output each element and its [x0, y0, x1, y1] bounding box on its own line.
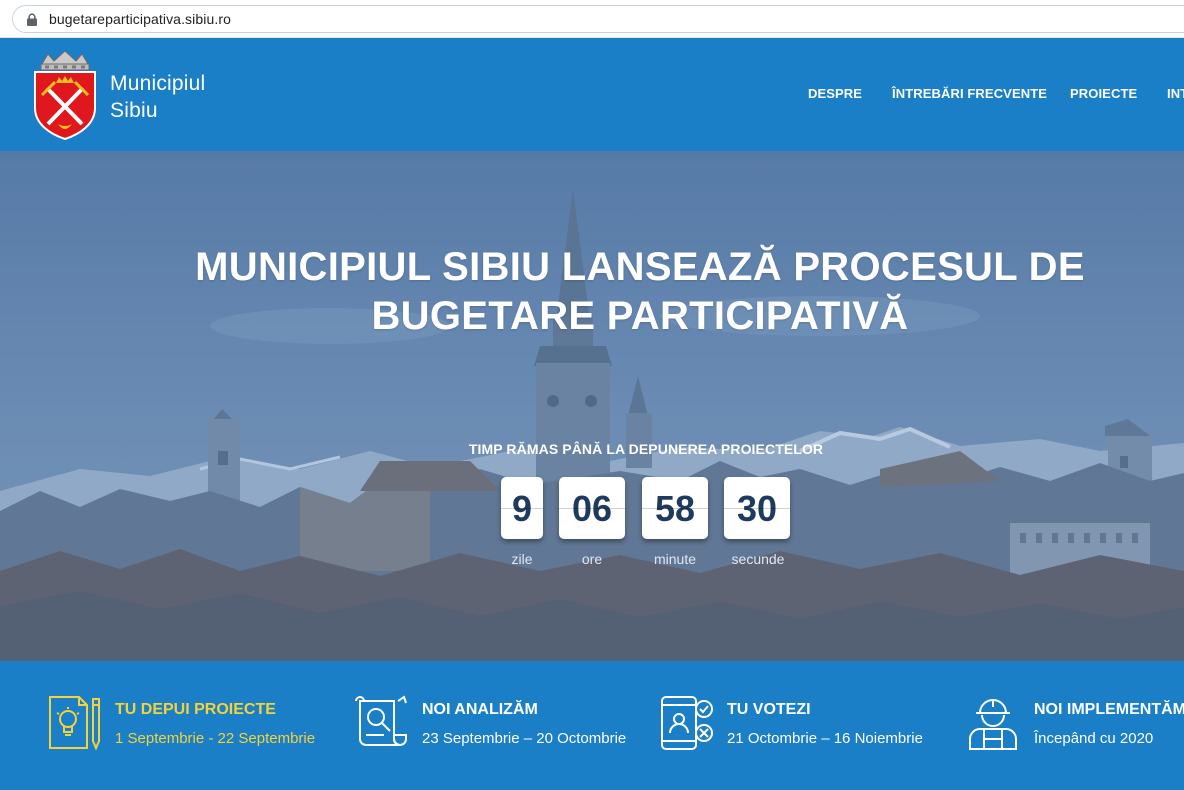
step-dates: 1 Septembrie - 22 Septembrie — [115, 730, 316, 747]
url-text[interactable]: bugetareparticipativa.sibiu.ro — [49, 11, 231, 27]
step-vote[interactable]: TU VOTEZI 21 Octombrie – 16 Noiembrie — [660, 695, 950, 755]
step-dates: Începând cu 2020 — [1034, 730, 1154, 747]
countdown-label: TIMP RĂMAS PÂNĂ LA DEPUNEREA PROIECTELOR — [468, 441, 824, 457]
countdown-days-value: 9 — [501, 477, 543, 539]
countdown-days-unit: zile — [511, 551, 533, 567]
hero-section: MUNICIPIUL SIBIU LANSEAZĂ PROCESUL DE BU… — [0, 151, 1184, 661]
countdown-minutes-unit: minute — [653, 551, 697, 567]
address-bar[interactable]: bugetareparticipativa.sibiu.ro — [12, 5, 1184, 33]
hero-title: MUNICIPIUL SIBIU LANSEAZĂ PROCESUL DE BU… — [140, 243, 1140, 341]
phone-vote-icon — [661, 696, 713, 750]
step-submit-projects[interactable]: TU DEPUI PROIECTE 1 Septembrie - 22 Sept… — [47, 695, 337, 755]
hero-title-line-1: MUNICIPIUL SIBIU LANSEAZĂ PROCESUL DE — [195, 245, 1085, 289]
construction-worker-icon — [969, 699, 1017, 750]
browser-bar: bugetareparticipativa.sibiu.ro — [0, 0, 1184, 38]
document-lightbulb-icon — [49, 696, 100, 751]
hero-title-line-2: BUGETARE PARTICIPATIVĂ — [371, 294, 909, 338]
sibiu-cityscape-background — [0, 151, 1184, 661]
brand-line-1: Municipiul — [110, 72, 206, 95]
step-dates: 21 Octombrie – 16 Noiembrie — [727, 730, 923, 747]
step-title: TU DEPUI PROIECTE — [115, 701, 276, 718]
countdown-seconds-value: 30 — [724, 477, 790, 539]
brand-name[interactable]: Municipiul Sibiu — [110, 70, 205, 124]
scroll-magnifier-icon — [355, 695, 407, 747]
step-title: TU VOTEZI — [727, 701, 811, 718]
process-steps: TU DEPUI PROIECTE 1 Septembrie - 22 Sept… — [0, 661, 1184, 790]
brand-line-2: Sibiu — [110, 99, 158, 122]
countdown-minutes-value: 58 — [642, 477, 708, 539]
coat-of-arms-logo[interactable] — [30, 50, 100, 140]
step-title: NOI ANALIZĂM — [422, 701, 538, 718]
countdown-seconds-unit: secunde — [731, 551, 785, 567]
nav-item-int[interactable]: INT — [1167, 86, 1184, 101]
countdown-hours-unit: ore — [581, 551, 603, 567]
nav-item-intrebari-frecvente[interactable]: ÎNTREBĂRI FRECVENTE — [892, 86, 1047, 101]
lock-icon — [27, 13, 37, 26]
nav-item-despre[interactable]: DESPRE — [808, 86, 862, 101]
step-analysis[interactable]: NOI ANALIZĂM 23 Septembrie – 20 Octombri… — [354, 695, 644, 755]
step-title: NOI IMPLEMENTĂM — [1034, 701, 1184, 718]
nav-item-proiecte[interactable]: PROIECTE — [1070, 86, 1137, 101]
site-header: Municipiul Sibiu DESPRE ÎNTREBĂRI FRECVE… — [0, 38, 1184, 151]
step-implementation[interactable]: NOI IMPLEMENTĂM Începând cu 2020 — [966, 695, 1184, 755]
countdown-hours-value: 06 — [559, 477, 625, 539]
step-dates: 23 Septembrie – 20 Octombrie — [422, 730, 627, 747]
